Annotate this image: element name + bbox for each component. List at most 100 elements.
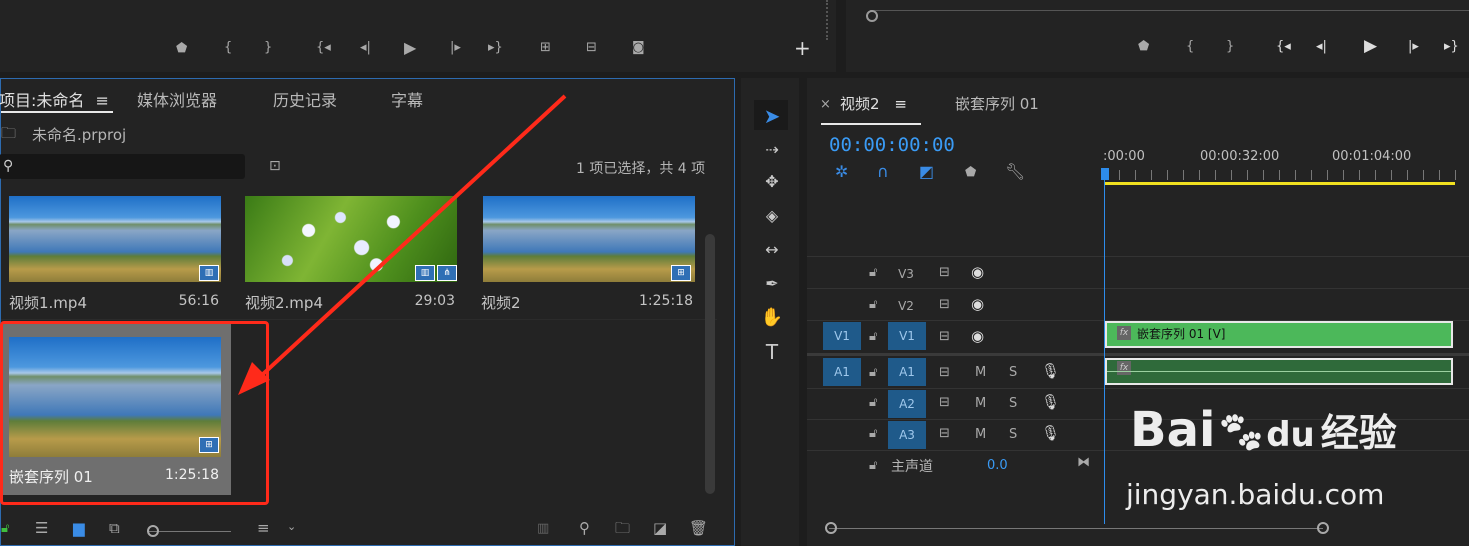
eye-icon[interactable]: ◉ bbox=[971, 265, 984, 280]
new-bin-icon[interactable]: 🗀 bbox=[615, 521, 630, 536]
new-item-icon[interactable]: ◪ bbox=[653, 521, 667, 536]
video-clip[interactable]: fx 嵌套序列 01 [V] bbox=[1105, 321, 1453, 348]
source-patch-a1[interactable]: A1 bbox=[823, 358, 861, 386]
marker-icon[interactable]: ⬟ bbox=[1138, 40, 1149, 53]
step-forward-icon[interactable]: |▸ bbox=[1408, 40, 1419, 53]
marker-icon[interactable]: ⬟ bbox=[176, 42, 187, 55]
go-to-out-icon[interactable]: ▸} bbox=[488, 41, 503, 54]
lock-icon[interactable]: 🔓︎ bbox=[869, 427, 877, 440]
audio-clip[interactable]: fx bbox=[1105, 358, 1453, 385]
track-select-tool-icon[interactable]: ⇢ bbox=[756, 136, 788, 164]
step-back-icon[interactable]: ◂| bbox=[360, 41, 371, 54]
lock-icon[interactable]: 🔓︎ bbox=[869, 330, 877, 343]
microphone-icon[interactable]: 🎙︎ bbox=[1041, 395, 1060, 410]
chevron-down-icon[interactable]: ⌄ bbox=[287, 521, 296, 532]
sync-lock-icon[interactable]: ⊟ bbox=[939, 396, 950, 409]
panel-menu-icon[interactable]: ≡ bbox=[894, 95, 907, 113]
sync-lock-icon[interactable]: ⊟ bbox=[939, 298, 950, 311]
go-to-edit-icon[interactable]: ⧓ bbox=[1077, 456, 1090, 469]
program-scrubber[interactable] bbox=[870, 10, 1469, 11]
out-point-icon[interactable]: } bbox=[264, 41, 272, 54]
mute-button[interactable]: M bbox=[975, 428, 986, 441]
go-to-in-icon[interactable]: {◂ bbox=[1276, 40, 1291, 53]
list-view-icon[interactable]: ☰ bbox=[35, 521, 48, 536]
go-to-out-icon[interactable]: ▸} bbox=[1444, 40, 1459, 53]
zoom-slider-handle[interactable] bbox=[147, 525, 159, 537]
export-frame-icon[interactable]: ◙ bbox=[632, 41, 645, 54]
step-forward-icon[interactable]: |▸ bbox=[450, 41, 461, 54]
linked-selection-icon[interactable]: ◩ bbox=[919, 164, 934, 180]
overwrite-icon[interactable]: ⊟ bbox=[586, 41, 597, 54]
icon-view-icon[interactable]: ▆ bbox=[73, 521, 85, 536]
snap-magnet-icon[interactable]: ∩ bbox=[877, 164, 889, 180]
type-tool-icon[interactable]: T bbox=[756, 338, 788, 366]
nest-toggle-icon[interactable]: ✲ bbox=[835, 164, 848, 180]
wrench-icon[interactable]: 🔧︎ bbox=[1005, 164, 1025, 180]
in-point-icon[interactable]: { bbox=[224, 41, 232, 54]
panel-menu-icon[interactable]: ≡ bbox=[96, 91, 109, 110]
play-icon[interactable]: ▶ bbox=[404, 40, 416, 56]
scrollbar[interactable] bbox=[705, 234, 715, 494]
lock-icon[interactable]: 🔓︎ bbox=[869, 298, 877, 311]
microphone-icon[interactable]: 🎙︎ bbox=[1041, 364, 1060, 379]
track-target-a2[interactable]: A2 bbox=[888, 390, 926, 418]
tab-project[interactable]: 项目:未命名 ≡ bbox=[0, 87, 109, 111]
solo-button[interactable]: S bbox=[1009, 397, 1017, 410]
track-target-a1[interactable]: A1 bbox=[888, 358, 926, 386]
work-area-bar[interactable] bbox=[1105, 182, 1455, 185]
step-back-icon[interactable]: ◂| bbox=[1316, 40, 1327, 53]
sync-lock-icon[interactable]: ⊟ bbox=[939, 427, 950, 440]
lock-icon[interactable]: 🔓︎ bbox=[1, 522, 9, 535]
solo-button[interactable]: S bbox=[1009, 428, 1017, 441]
ripple-edit-tool-icon[interactable]: ✥ bbox=[756, 168, 788, 196]
source-patch-v1[interactable]: V1 bbox=[823, 322, 861, 350]
mute-button[interactable]: M bbox=[975, 366, 986, 379]
sync-lock-icon[interactable]: ⊟ bbox=[939, 330, 950, 343]
sort-icon[interactable]: ≡ bbox=[257, 521, 270, 536]
solo-button[interactable]: S bbox=[1009, 366, 1017, 379]
lock-icon[interactable]: 🔓︎ bbox=[869, 396, 877, 409]
track-target-a3[interactable]: A3 bbox=[888, 421, 926, 449]
program-playhead-handle[interactable] bbox=[866, 10, 878, 22]
microphone-icon[interactable]: 🎙︎ bbox=[1041, 426, 1060, 441]
add-button-icon[interactable]: + bbox=[794, 38, 811, 58]
master-volume-value[interactable]: 0.0 bbox=[987, 458, 1008, 473]
slip-tool-icon[interactable]: ↔ bbox=[756, 236, 788, 264]
tab-media-browser[interactable]: 媒体浏览器 bbox=[137, 87, 217, 111]
eye-icon[interactable]: ◉ bbox=[971, 329, 984, 344]
out-point-icon[interactable]: } bbox=[1226, 40, 1234, 53]
sync-lock-icon[interactable]: ⊟ bbox=[939, 266, 950, 279]
automate-to-sequence-icon[interactable]: ▥ bbox=[537, 522, 549, 535]
sync-lock-icon[interactable]: ⊟ bbox=[939, 366, 950, 379]
tab-sequence-video2[interactable]: 视频2 ≡ bbox=[840, 93, 907, 114]
list-item[interactable]: ▥ 视频1.mp4 56:16 bbox=[1, 191, 236, 319]
razor-tool-icon[interactable]: ◈ bbox=[756, 202, 788, 230]
trash-icon[interactable]: 🗑︎ bbox=[689, 521, 708, 536]
selection-tool-icon[interactable]: ➤ bbox=[756, 102, 788, 130]
playhead-handle[interactable] bbox=[1101, 168, 1109, 180]
timecode-display[interactable]: 00:00:00:00 bbox=[829, 134, 955, 156]
mute-button[interactable]: M bbox=[975, 397, 986, 410]
add-marker-icon[interactable]: ⬟ bbox=[965, 166, 976, 179]
zoom-handle-left[interactable] bbox=[825, 522, 837, 534]
lock-icon[interactable]: 🔓︎ bbox=[869, 266, 877, 279]
in-point-icon[interactable]: { bbox=[1186, 40, 1194, 53]
playhead-line[interactable] bbox=[1104, 174, 1105, 524]
zoom-handle-right[interactable] bbox=[1317, 522, 1329, 534]
go-to-in-icon[interactable]: {◂ bbox=[316, 41, 331, 54]
pen-tool-icon[interactable]: ✒ bbox=[756, 270, 788, 298]
zoom-slider[interactable] bbox=[147, 531, 231, 532]
insert-icon[interactable]: ⊞ bbox=[540, 41, 551, 54]
timeline-zoom-scrollbar[interactable] bbox=[829, 528, 1323, 529]
play-icon[interactable]: ▶ bbox=[1364, 38, 1377, 55]
lock-icon[interactable]: 🔓︎ bbox=[869, 366, 877, 379]
find-icon[interactable]: ⚲ bbox=[579, 521, 590, 536]
eye-icon[interactable]: ◉ bbox=[971, 297, 984, 312]
freeform-view-icon[interactable]: ⧉ bbox=[109, 521, 120, 536]
tab-nested-sequence[interactable]: 嵌套序列 01 bbox=[955, 93, 1039, 114]
track-target-v1[interactable]: V1 bbox=[888, 322, 926, 350]
close-icon[interactable]: × bbox=[820, 98, 831, 111]
hand-tool-icon[interactable]: ✋ bbox=[756, 304, 788, 332]
search-input[interactable] bbox=[0, 154, 245, 179]
lock-icon[interactable]: 🔓︎ bbox=[869, 459, 877, 472]
